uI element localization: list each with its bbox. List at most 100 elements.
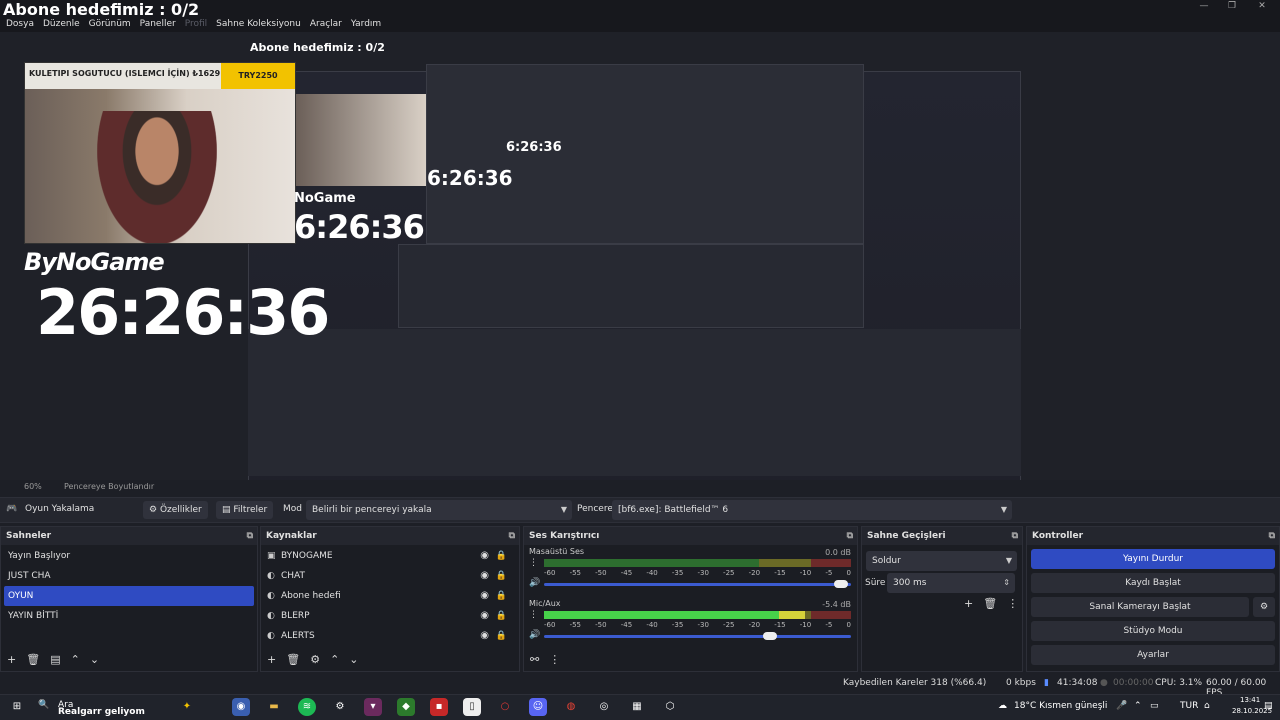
- maximize-button[interactable]: ❐: [1218, 1, 1246, 15]
- scene-item-selected[interactable]: OYUN: [4, 586, 254, 606]
- menu-scene-collection[interactable]: Sahne Koleksiyonu: [213, 17, 304, 32]
- steam-icon[interactable]: ⚙: [331, 698, 349, 716]
- eye-icon[interactable]: ◉: [480, 566, 489, 586]
- zoom-fit[interactable]: Pencereye Boyutlandır: [64, 482, 154, 491]
- chevron-down-icon[interactable]: ⌄: [349, 653, 358, 666]
- folder-icon[interactable]: ▬: [265, 698, 283, 716]
- more-icon[interactable]: ⋮: [549, 653, 560, 666]
- obs-icon[interactable]: ◉: [232, 698, 250, 716]
- chevron-up-icon[interactable]: ⌃: [71, 653, 80, 666]
- menu-edit[interactable]: Düzenle: [40, 17, 83, 32]
- more-icon[interactable]: ⋮: [1007, 597, 1018, 610]
- more-icon[interactable]: ⋮: [529, 610, 538, 620]
- source-item[interactable]: ◐ Abone hedefi ◉ 🔒: [261, 586, 519, 606]
- opera-icon[interactable]: ○: [496, 698, 514, 716]
- gear-icon[interactable]: ⚙: [1253, 597, 1275, 617]
- spotify-icon[interactable]: ≋: [298, 698, 316, 716]
- transition-select[interactable]: Soldur ▼: [866, 551, 1017, 571]
- trash-icon[interactable]: 🗑: [983, 597, 997, 610]
- language[interactable]: TUR: [1180, 701, 1198, 711]
- mode-select[interactable]: Belirli bir pencereyi yakala ▼: [306, 500, 572, 520]
- volume-slider[interactable]: [544, 632, 851, 640]
- start-recording-button[interactable]: Kaydı Başlat: [1031, 573, 1275, 593]
- profile-widget[interactable]: Realgarr geliyom: [58, 707, 145, 717]
- chrome-icon[interactable]: ◍: [562, 698, 580, 716]
- spin-arrows-icon[interactable]: ⇕: [1003, 573, 1010, 593]
- eye-icon[interactable]: ◉: [480, 626, 489, 646]
- volume-knob[interactable]: [763, 632, 778, 640]
- menu-view[interactable]: Görünüm: [86, 17, 134, 32]
- preview-canvas[interactable]: Abone hedefimiz : 0/2 KULETIPI SOGUTUCU …: [0, 32, 1280, 480]
- clock-time[interactable]: 13:41: [1240, 696, 1260, 704]
- weather[interactable]: 18°C Kısmen güneşli: [1014, 701, 1107, 711]
- app-circle-icon[interactable]: ◎: [595, 698, 613, 716]
- gear-icon[interactable]: ⚙: [310, 653, 320, 666]
- filter-icon[interactable]: ▤: [50, 653, 60, 666]
- add-icon[interactable]: +: [7, 653, 16, 666]
- sparkle-icon[interactable]: ✦: [178, 698, 196, 716]
- scene-item[interactable]: YAYIN BİTTİ: [1, 606, 257, 626]
- search-icon[interactable]: 🔍: [38, 700, 49, 710]
- eye-icon[interactable]: ◉: [480, 546, 489, 566]
- discord-icon[interactable]: ☺: [529, 698, 547, 716]
- lock-icon[interactable]: 🔒: [496, 546, 507, 566]
- chevron-down-icon[interactable]: ⌄: [90, 653, 99, 666]
- filters-button[interactable]: ▤ Filtreler: [216, 501, 274, 519]
- menu-file[interactable]: Dosya: [3, 17, 37, 32]
- notification-icon[interactable]: ▤: [1264, 701, 1273, 711]
- lock-icon[interactable]: 🔒: [496, 566, 507, 586]
- steam-app-icon[interactable]: ⬡: [661, 698, 679, 716]
- lock-icon[interactable]: 🔒: [496, 606, 507, 626]
- menu-profile[interactable]: Profil: [182, 17, 210, 32]
- speaker-icon[interactable]: 🔊: [529, 630, 540, 640]
- add-icon[interactable]: +: [964, 597, 973, 610]
- undock-icon[interactable]: ⧉: [509, 527, 515, 545]
- lock-icon[interactable]: 🔒: [496, 626, 507, 646]
- undock-icon[interactable]: ⧉: [1012, 527, 1018, 545]
- source-item[interactable]: ▣ BYNOGAME ◉ 🔒: [261, 546, 519, 566]
- duration-input[interactable]: 300 ms ⇕: [887, 573, 1015, 593]
- undock-icon[interactable]: ⧉: [847, 527, 853, 545]
- undock-icon[interactable]: ⧉: [247, 527, 253, 545]
- chevron-up-icon[interactable]: ⌃: [330, 653, 339, 666]
- lock-icon[interactable]: 🔒: [496, 586, 507, 606]
- zoom-level[interactable]: 60%: [24, 482, 42, 491]
- tray-icon[interactable]: ▭: [1150, 701, 1159, 711]
- nvidia-icon[interactable]: ◆: [397, 698, 415, 716]
- menu-tools[interactable]: Araçlar: [307, 17, 345, 32]
- eye-icon[interactable]: ◉: [480, 586, 489, 606]
- mic-icon[interactable]: 🎤: [1116, 701, 1127, 711]
- document-icon[interactable]: ▯: [463, 698, 481, 716]
- more-icon[interactable]: ⋮: [529, 558, 538, 568]
- app-red-icon[interactable]: ▪: [430, 698, 448, 716]
- scene-item[interactable]: Yayın Başlıyor: [1, 546, 257, 566]
- settings-button[interactable]: Ayarlar: [1031, 645, 1275, 665]
- studio-mode-button[interactable]: Stüdyo Modu: [1031, 621, 1275, 641]
- calculator-icon[interactable]: ▦: [628, 698, 646, 716]
- source-item[interactable]: ◐ CHAT ◉ 🔒: [261, 566, 519, 586]
- source-item[interactable]: ◐ ALERTS ◉ 🔒: [261, 626, 519, 646]
- minimize-button[interactable]: —: [1190, 1, 1218, 15]
- add-icon[interactable]: +: [267, 653, 276, 666]
- stop-stream-button[interactable]: Yayını Durdur: [1031, 549, 1275, 569]
- source-item[interactable]: ◐ BLERP ◉ 🔒: [261, 606, 519, 626]
- eye-icon[interactable]: ◉: [480, 606, 489, 626]
- speaker-icon[interactable]: 🔊: [529, 578, 540, 588]
- windows-start-icon[interactable]: ⊞: [8, 698, 26, 716]
- scene-item[interactable]: JUST CHA: [1, 566, 257, 586]
- link-icon[interactable]: ⚯: [530, 653, 539, 666]
- undock-icon[interactable]: ⧉: [1269, 527, 1275, 545]
- volume-slider[interactable]: [544, 580, 851, 588]
- close-button[interactable]: ✕: [1248, 1, 1276, 15]
- virtual-camera-button[interactable]: Sanal Kamerayı Başlat: [1031, 597, 1249, 617]
- volume-knob[interactable]: [833, 580, 848, 588]
- window-select[interactable]: [bf6.exe]: Battlefield™ 6 ▼: [612, 500, 1012, 520]
- properties-button[interactable]: ⚙ Özellikler: [143, 501, 208, 519]
- network-icon[interactable]: ⌂: [1204, 701, 1210, 711]
- trash-icon[interactable]: 🗑: [26, 653, 40, 666]
- menu-help[interactable]: Yardım: [348, 17, 384, 32]
- app-icon[interactable]: ▾: [364, 698, 382, 716]
- trash-icon[interactable]: 🗑: [286, 653, 300, 666]
- chevron-up-icon[interactable]: ⌃: [1134, 701, 1142, 711]
- menu-docks[interactable]: Paneller: [137, 17, 179, 32]
